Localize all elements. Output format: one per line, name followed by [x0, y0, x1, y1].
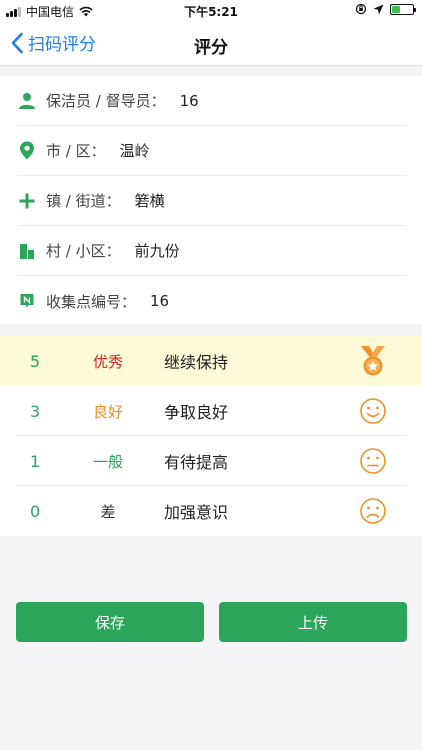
status-right — [355, 3, 416, 15]
score-option-average[interactable]: 1 一般 有待提高 — [0, 436, 422, 486]
score-value: 1 — [30, 451, 41, 471]
plus-icon — [18, 192, 36, 210]
info-row-village: 村 / 小区： 前九份 — [18, 226, 406, 276]
info-label: 收集点编号： — [46, 292, 137, 311]
score-grade: 差 — [100, 502, 116, 521]
info-label: 市 / 区： — [46, 142, 106, 160]
info-row-collection-point: 收集点编号： 16 — [18, 276, 406, 326]
orientation-lock-icon — [355, 3, 367, 15]
collection-point-icon — [18, 292, 36, 310]
score-description: 有待提高 — [164, 453, 229, 472]
score-value: 0 — [30, 501, 41, 521]
score-option-poor[interactable]: 0 差 加强意识 — [0, 486, 422, 536]
save-button[interactable]: 保存 — [16, 602, 204, 642]
info-card: 保洁员 / 督导员： 16 市 / 区： 温岭 镇 / 街道： 箬横 村 / 小… — [0, 76, 422, 324]
info-value: 16 — [150, 292, 170, 310]
info-label: 保洁员 / 督导员： — [46, 92, 166, 110]
medal-icon — [361, 346, 385, 376]
location-pin-icon — [18, 141, 36, 160]
status-bar: 中国电信 下午5:21 — [0, 0, 422, 22]
battery-icon — [390, 3, 416, 15]
info-value: 前九份 — [134, 242, 180, 260]
score-grade: 一般 — [92, 452, 123, 471]
score-grade: 良好 — [92, 402, 123, 421]
score-value: 3 — [30, 401, 41, 421]
score-value: 5 — [30, 351, 41, 371]
smile-face-icon — [360, 398, 386, 424]
upload-button[interactable]: 上传 — [219, 602, 407, 642]
info-value: 16 — [179, 91, 199, 110]
sad-face-icon — [360, 498, 386, 524]
info-label: 镇 / 街道： — [46, 192, 121, 210]
nav-bar: 扫码评分 评分 — [0, 22, 422, 66]
score-option-excellent[interactable]: 5 优秀 继续保持 — [0, 336, 422, 386]
building-icon — [18, 242, 36, 260]
score-description: 加强意识 — [164, 503, 229, 522]
neutral-face-icon — [360, 448, 386, 474]
score-description: 争取良好 — [164, 403, 229, 422]
info-label: 村 / 小区： — [46, 242, 121, 260]
score-option-good[interactable]: 3 良好 争取良好 — [0, 386, 422, 436]
score-description: 继续保持 — [164, 353, 229, 372]
score-grade: 优秀 — [92, 352, 123, 371]
info-row-city: 市 / 区： 温岭 — [18, 126, 406, 176]
info-row-town: 镇 / 街道： 箬横 — [18, 176, 406, 226]
person-icon — [18, 92, 36, 110]
page-title: 评分 — [194, 38, 228, 58]
score-options-list: 5 优秀 继续保持 3 良好 争取良好 1 一般 有待提高 0 差 加强意识 — [0, 336, 422, 536]
info-value: 箬横 — [134, 192, 165, 210]
location-arrow-icon — [373, 4, 384, 14]
info-value: 温岭 — [119, 142, 150, 160]
info-row-cleaner: 保洁员 / 督导员： 16 — [18, 76, 406, 126]
